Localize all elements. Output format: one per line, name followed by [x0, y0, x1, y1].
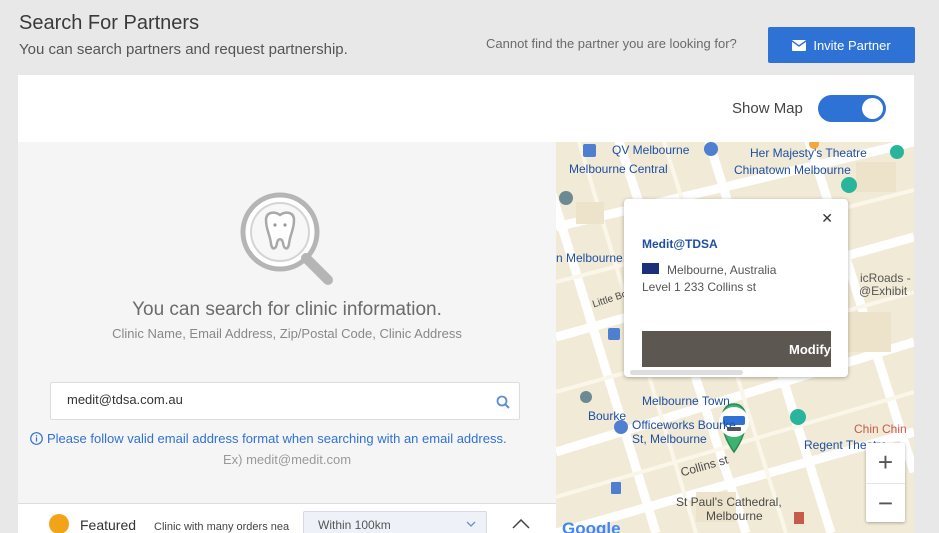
invite-partner-button[interactable]: Invite Partner [768, 27, 915, 63]
map-label-cathedral-2: Melbourne [706, 509, 763, 523]
featured-label: Featured [80, 517, 137, 533]
search-icon[interactable] [496, 395, 510, 409]
map-label-qv: QV Melbourne [612, 143, 690, 157]
map-label-melbourne: n Melbourne [556, 251, 623, 265]
popup-scrollbar[interactable] [630, 370, 743, 375]
clinic-address: Level 1 233 Collins st [642, 280, 757, 294]
chevron-down-icon [466, 521, 476, 527]
invite-partner-label: Invite Partner [813, 37, 891, 53]
email-example: Ex) medit@medit.com [222, 452, 352, 467]
empty-state-title: You can search for clinic information. [132, 299, 442, 320]
cannot-find-text: Cannot find the partner you are looking … [486, 36, 737, 51]
map-label-chin-chin: Chin Chin [854, 422, 907, 436]
zoom-controls: + − [866, 443, 905, 522]
map-label-officeworks: Officeworks Bourke [632, 418, 736, 432]
envelope-icon [792, 39, 807, 51]
google-logo: Google [562, 519, 621, 533]
map-label-officeworks-2: St, Melbourne [632, 432, 707, 446]
page-title: Search For Partners [19, 12, 200, 34]
map-label-icroads: icRoads - H [860, 271, 914, 285]
clinic-name[interactable]: Medit@TDSA [642, 237, 718, 251]
map-label-exhibit: @Exhibit [859, 284, 908, 298]
distance-select-value: Within 100km [318, 518, 391, 532]
distance-select[interactable]: Within 100km [303, 511, 487, 533]
clinic-city: Melbourne, Australia [667, 263, 777, 277]
empty-state-subtitle: Clinic Name, Email Address, Zip/Postal C… [112, 326, 462, 341]
map-label-central: Melbourne Central [569, 162, 668, 176]
map-label-majesty: Her Majesty's Theatre [750, 146, 867, 160]
show-map-label: Show Map [732, 100, 803, 117]
zoom-in-button[interactable]: + [866, 443, 905, 482]
toggle-knob [862, 98, 883, 119]
chevron-up-icon[interactable] [512, 519, 530, 529]
search-input[interactable] [67, 392, 487, 407]
email-format-warning: Please follow valid email address format… [30, 431, 507, 446]
featured-description: Clinic with many orders nea [154, 521, 290, 533]
zoom-out-button[interactable]: − [866, 483, 905, 522]
close-icon[interactable]: ✕ [821, 210, 833, 227]
australia-flag-icon [642, 263, 659, 274]
thumbs-up-icon [49, 514, 69, 533]
map-label-cathedral: St Paul's Cathedral, [676, 495, 782, 509]
warning-text: Please follow valid email address format… [47, 431, 507, 446]
modify-button[interactable]: Modify [642, 331, 831, 367]
map-label-chinatown: Chinatown Melbourne [734, 163, 851, 177]
show-map-toggle[interactable] [818, 95, 886, 122]
map-label-town: Melbourne Town [642, 394, 730, 408]
page-subtitle: You can search partners and request part… [19, 41, 348, 58]
map-label-bourke: Bourke [588, 409, 627, 423]
featured-bar: Featured Clinic with many orders nea Wit… [18, 503, 556, 533]
info-icon [30, 432, 43, 445]
tooth-search-icon [240, 192, 333, 285]
search-field[interactable] [50, 382, 520, 420]
clinic-popup: ✕ Medit@TDSA Melbourne, Australia Level … [624, 199, 848, 377]
